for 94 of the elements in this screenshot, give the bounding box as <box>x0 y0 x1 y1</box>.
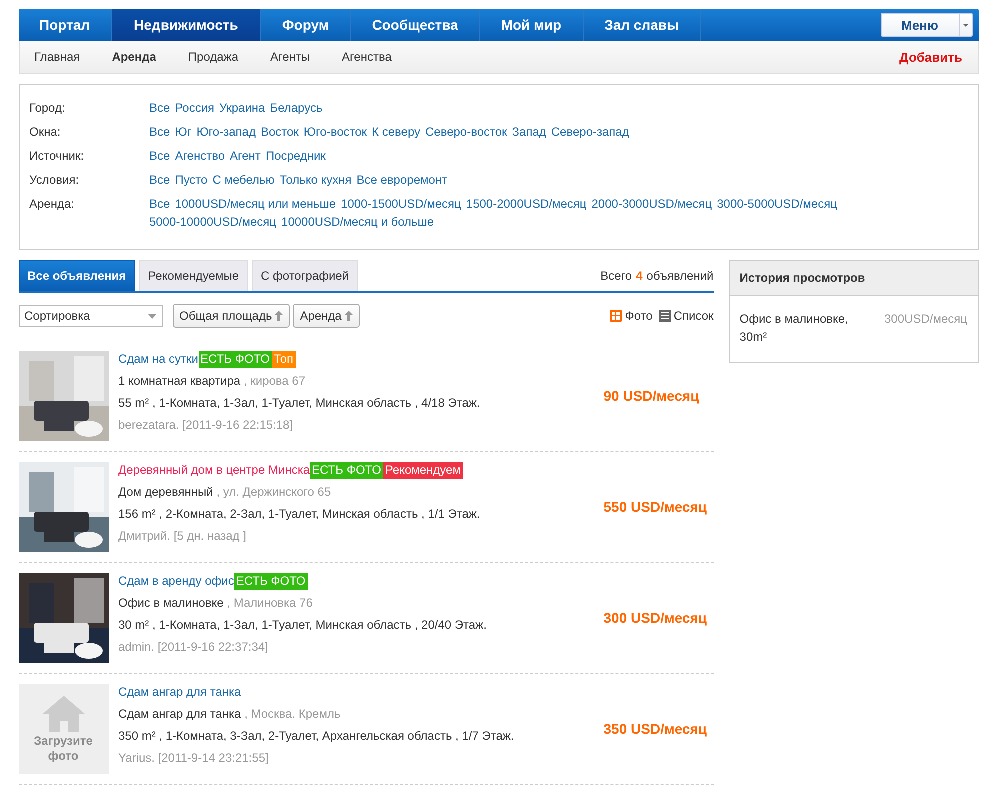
filter-option[interactable]: 10000USD/месяц и больше <box>282 213 434 231</box>
tab[interactable]: С фотографией <box>252 260 358 291</box>
filter-option[interactable]: К северу <box>372 123 420 141</box>
filter-option[interactable]: Все евроремонт <box>356 171 448 189</box>
listing-title[interactable]: Сдам в аренду офис <box>118 573 234 590</box>
filter-option[interactable]: Украина <box>220 99 266 117</box>
nav-tab[interactable]: Недвижимость <box>112 9 262 41</box>
history-title: История просмотров <box>730 261 978 296</box>
history-item-price: 300USD/месяц <box>884 311 968 328</box>
filter-label: Условия: <box>30 172 80 189</box>
filter-option[interactable]: Агент <box>230 147 261 165</box>
listing-address: , кирова 67 <box>244 374 306 388</box>
add-link[interactable]: Добавить <box>900 50 962 64</box>
filter-option[interactable]: С мебелью <box>212 171 275 189</box>
filter-option[interactable]: 3000-5000USD/месяц <box>717 195 838 213</box>
listing-price: 350 USD/месяц <box>604 721 707 737</box>
filter-option[interactable]: Юго-восток <box>304 123 368 141</box>
filter-option[interactable]: 5000-10000USD/месяц <box>150 213 277 231</box>
listing-details: 55 m² , 1-Комната, 1-Зал, 1-Туалет, Минская область , 4/18 Этаж. <box>118 395 482 412</box>
listing-meta: berezatara. [2011-9-16 22:15:18] <box>118 417 294 434</box>
filter-option[interactable]: Запад <box>512 123 546 141</box>
listing-badge: ЕСТЬ ФОТО <box>198 351 272 368</box>
listing-address: , Москва. Кремль <box>244 707 341 721</box>
listing-title[interactable]: Сдам на сутки <box>118 351 199 368</box>
sub-nav-link[interactable]: Агенства <box>342 50 392 64</box>
listing-details: 30 m² , 1-Комната, 1-Зал, 1-Туалет, Минская область , 20/40 Этаж. <box>118 617 488 634</box>
filter-option[interactable]: Юг <box>175 123 192 141</box>
listing-details: 156 m² , 2-Комната, 2-Зал, 1-Туалет, Минская область , 1/1 Этаж. <box>118 506 482 523</box>
listing-price: 550 USD/месяц <box>604 499 707 515</box>
listing-details: 350 m² , 1-Комната, 3-Зал, 2-Туалет, Архангельская область , 1/7 Этаж. <box>118 728 516 745</box>
sort-button[interactable]: Аренда <box>293 304 360 328</box>
house-icon <box>40 694 86 734</box>
filter-option[interactable]: Северо-восток <box>425 123 508 141</box>
listing-price: 90 USD/месяц <box>604 388 700 404</box>
listing-address: , ул. Держинского 65 <box>216 485 332 499</box>
sub-nav-link[interactable]: Продажа <box>188 50 238 64</box>
list-icon <box>658 310 671 322</box>
total-label: Всего <box>600 269 632 283</box>
filter-option[interactable]: Юго-запад <box>196 123 256 141</box>
filter-option[interactable]: 1500-2000USD/месяц <box>466 195 587 213</box>
listing-meta: admin. [2011-9-16 22:37:34] <box>118 639 270 656</box>
filter-option[interactable]: Все <box>150 171 170 189</box>
filter-option[interactable]: Все <box>150 99 170 117</box>
filter-option[interactable]: Восток <box>260 123 299 141</box>
tab[interactable]: Рекомендуемые <box>139 260 248 291</box>
filter-option[interactable]: Посредник <box>266 147 326 165</box>
filter-label: Город: <box>30 100 66 117</box>
listing-title[interactable]: Сдам ангар для танка <box>118 684 242 701</box>
filter-option[interactable]: Беларусь <box>270 99 323 117</box>
filter-label: Источник: <box>30 148 86 165</box>
menu-button[interactable]: Меню <box>880 13 972 37</box>
listing-badge: ЕСТЬ ФОТО <box>310 462 384 479</box>
filter-label: Аренда: <box>30 196 76 213</box>
listing-subtitle: 1 комнатная квартира <box>118 374 241 388</box>
filter-option[interactable]: 1000USD/месяц или меньше <box>175 195 336 213</box>
filter-option[interactable]: Только кухня <box>280 171 352 189</box>
listing-subtitle: Офис в малиновке <box>118 596 224 610</box>
history-item-link[interactable]: Офис в малиновке, 30m² <box>740 310 860 346</box>
tab[interactable]: Все объявления <box>18 260 136 291</box>
listing-subtitle: Сдам ангар для танка <box>118 707 242 721</box>
listing-badge: Топ <box>272 351 296 368</box>
sub-nav-link[interactable]: Агенты <box>270 50 310 64</box>
filter-option[interactable]: Пусто <box>175 171 208 189</box>
listing-badge: ЕСТЬ ФОТО <box>234 573 308 590</box>
listing-price: 300 USD/месяц <box>604 610 707 626</box>
caret-icon <box>958 14 972 36</box>
sort-select[interactable]: Сортировка <box>18 305 162 327</box>
filter-option[interactable]: Все <box>150 147 170 165</box>
filter-option[interactable]: 1000-1500USD/месяц <box>341 195 462 213</box>
view-toggle[interactable]: Фото <box>610 309 653 323</box>
filter-label: Окна: <box>30 124 62 141</box>
filter-option[interactable]: Северо-запад <box>551 123 630 141</box>
listing-address: , Малиновка 76 <box>227 596 313 610</box>
grid-icon <box>610 310 622 322</box>
listing-badge: Рекомендуем <box>383 462 463 479</box>
listing-meta: Дмитрий. [5 дн. назад ] <box>118 528 248 545</box>
filter-option[interactable]: Россия <box>175 99 215 117</box>
filter-option[interactable]: Агенство <box>175 147 226 165</box>
photo-placeholder[interactable]: Загрузите фото <box>18 684 108 774</box>
filter-option[interactable]: Все <box>150 195 170 213</box>
total-count: 4 <box>636 269 643 283</box>
view-toggle[interactable]: Список <box>658 309 714 323</box>
listing-subtitle: Дом деревянный <box>118 485 214 499</box>
sub-nav-link[interactable]: Главная <box>34 50 80 64</box>
total-label: объявлений <box>646 269 714 283</box>
arrow-up-icon <box>344 311 353 321</box>
listing-meta: Yarius. [2011-9-14 23:21:55] <box>118 750 270 767</box>
filter-option[interactable]: 2000-3000USD/месяц <box>592 195 712 213</box>
listing-title[interactable]: Деревянный дом в центре Минска <box>118 462 310 479</box>
sub-nav-link[interactable]: Аренда <box>112 50 156 64</box>
arrow-up-icon <box>275 311 284 321</box>
sort-button[interactable]: Общая площадь <box>172 304 290 328</box>
filter-option[interactable]: Все <box>150 123 170 141</box>
caret-icon <box>148 314 156 318</box>
